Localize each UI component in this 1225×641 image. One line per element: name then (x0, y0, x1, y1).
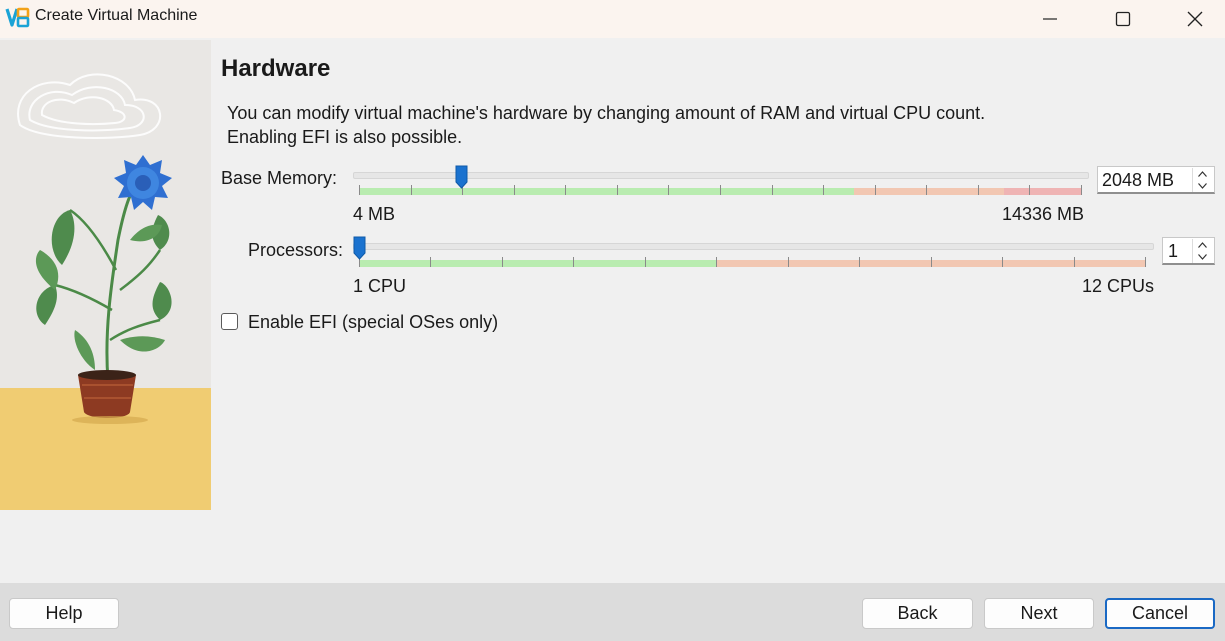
slider-tick (501, 257, 503, 267)
maximize-icon (1115, 11, 1131, 27)
chevron-down-icon (1198, 183, 1207, 189)
close-button[interactable] (1160, 0, 1225, 38)
wizard-watermark-illustration (0, 40, 211, 510)
button-bar: Help Back Next Cancel (0, 583, 1225, 641)
processors-value[interactable]: 1 (1168, 241, 1178, 262)
description-line-2: Enabling EFI is also possible. (227, 127, 463, 147)
base-memory-max-label: 14336 MB (1002, 204, 1085, 224)
base-memory-increment-button[interactable] (1193, 168, 1212, 180)
slider-tick (1081, 185, 1082, 195)
window-title: Create Virtual Machine (35, 7, 198, 24)
enable-efi-checkbox[interactable] (221, 313, 238, 330)
processors-increment-button[interactable] (1193, 239, 1212, 251)
base-memory-min-label: 4 MB (353, 204, 396, 224)
slider-tick (1029, 185, 1031, 195)
slider-tick (1145, 257, 1146, 267)
slider-scale-segment (1003, 188, 1081, 195)
base-memory-decrement-button[interactable] (1193, 180, 1212, 192)
slider-tick (1002, 257, 1004, 267)
base-memory-slider-scale (359, 185, 1082, 195)
slider-tick (359, 185, 360, 195)
processors-slider-scale (359, 257, 1146, 267)
processors-min-label: 1 CPU (353, 276, 407, 296)
page-description: You can modify virtual machine's hardwar… (227, 101, 985, 149)
slider-tick (926, 185, 928, 195)
slider-tick (859, 257, 861, 267)
slider-tick (410, 185, 412, 195)
slider-tick (771, 185, 773, 195)
minimize-button[interactable] (1015, 0, 1085, 38)
slider-tick (1073, 257, 1075, 267)
title-bar: Create Virtual Machine (0, 0, 1225, 38)
chevron-down-icon (1198, 254, 1207, 260)
slider-tick (787, 257, 789, 267)
close-icon (1187, 11, 1203, 27)
slider-tick (565, 185, 567, 195)
slider-tick (720, 185, 721, 195)
processors-label: Processors: (248, 240, 344, 260)
processors-decrement-button[interactable] (1193, 251, 1212, 263)
maximize-button[interactable] (1088, 0, 1158, 38)
slider-scale-segment (854, 188, 1004, 195)
processors-slider-handle[interactable] (353, 236, 366, 260)
slider-tick (977, 185, 979, 195)
slider-tick (616, 185, 618, 195)
help-button[interactable]: Help (9, 598, 119, 629)
slider-tick (716, 257, 718, 267)
slider-tick (513, 185, 515, 195)
next-button[interactable]: Next (984, 598, 1094, 629)
slider-tick (930, 257, 932, 267)
chevron-up-icon (1198, 171, 1207, 177)
page-title: Hardware (221, 55, 331, 82)
base-memory-slider-handle[interactable] (455, 165, 468, 189)
chevron-up-icon (1198, 242, 1207, 248)
base-memory-spinbox[interactable]: 2048 MB (1097, 166, 1215, 194)
slider-tick (823, 185, 825, 195)
enable-efi-label[interactable]: Enable EFI (special OSes only) (248, 312, 498, 333)
base-memory-spin-buttons (1192, 168, 1212, 192)
slider-tick (668, 185, 670, 195)
slider-tick (430, 257, 432, 267)
slider-scale-segment (359, 260, 717, 267)
base-memory-value[interactable]: 2048 MB (1102, 170, 1174, 191)
back-button[interactable]: Back (862, 598, 973, 629)
slider-scale-segment (359, 188, 854, 195)
processors-spin-buttons (1192, 239, 1212, 263)
slider-tick (573, 257, 575, 267)
base-memory-label: Base Memory: (221, 168, 338, 188)
slider-tick (644, 257, 646, 267)
virtualbox-logo-icon (5, 7, 30, 28)
processors-slider-groove (353, 243, 1154, 250)
slider-tick (874, 185, 876, 195)
processors-max-label: 12 CPUs (1082, 276, 1155, 296)
cancel-button[interactable]: Cancel (1105, 598, 1215, 629)
processors-spinbox[interactable]: 1 (1162, 237, 1215, 265)
description-line-1: You can modify virtual machine's hardwar… (227, 103, 986, 123)
minimize-icon (1043, 18, 1057, 20)
